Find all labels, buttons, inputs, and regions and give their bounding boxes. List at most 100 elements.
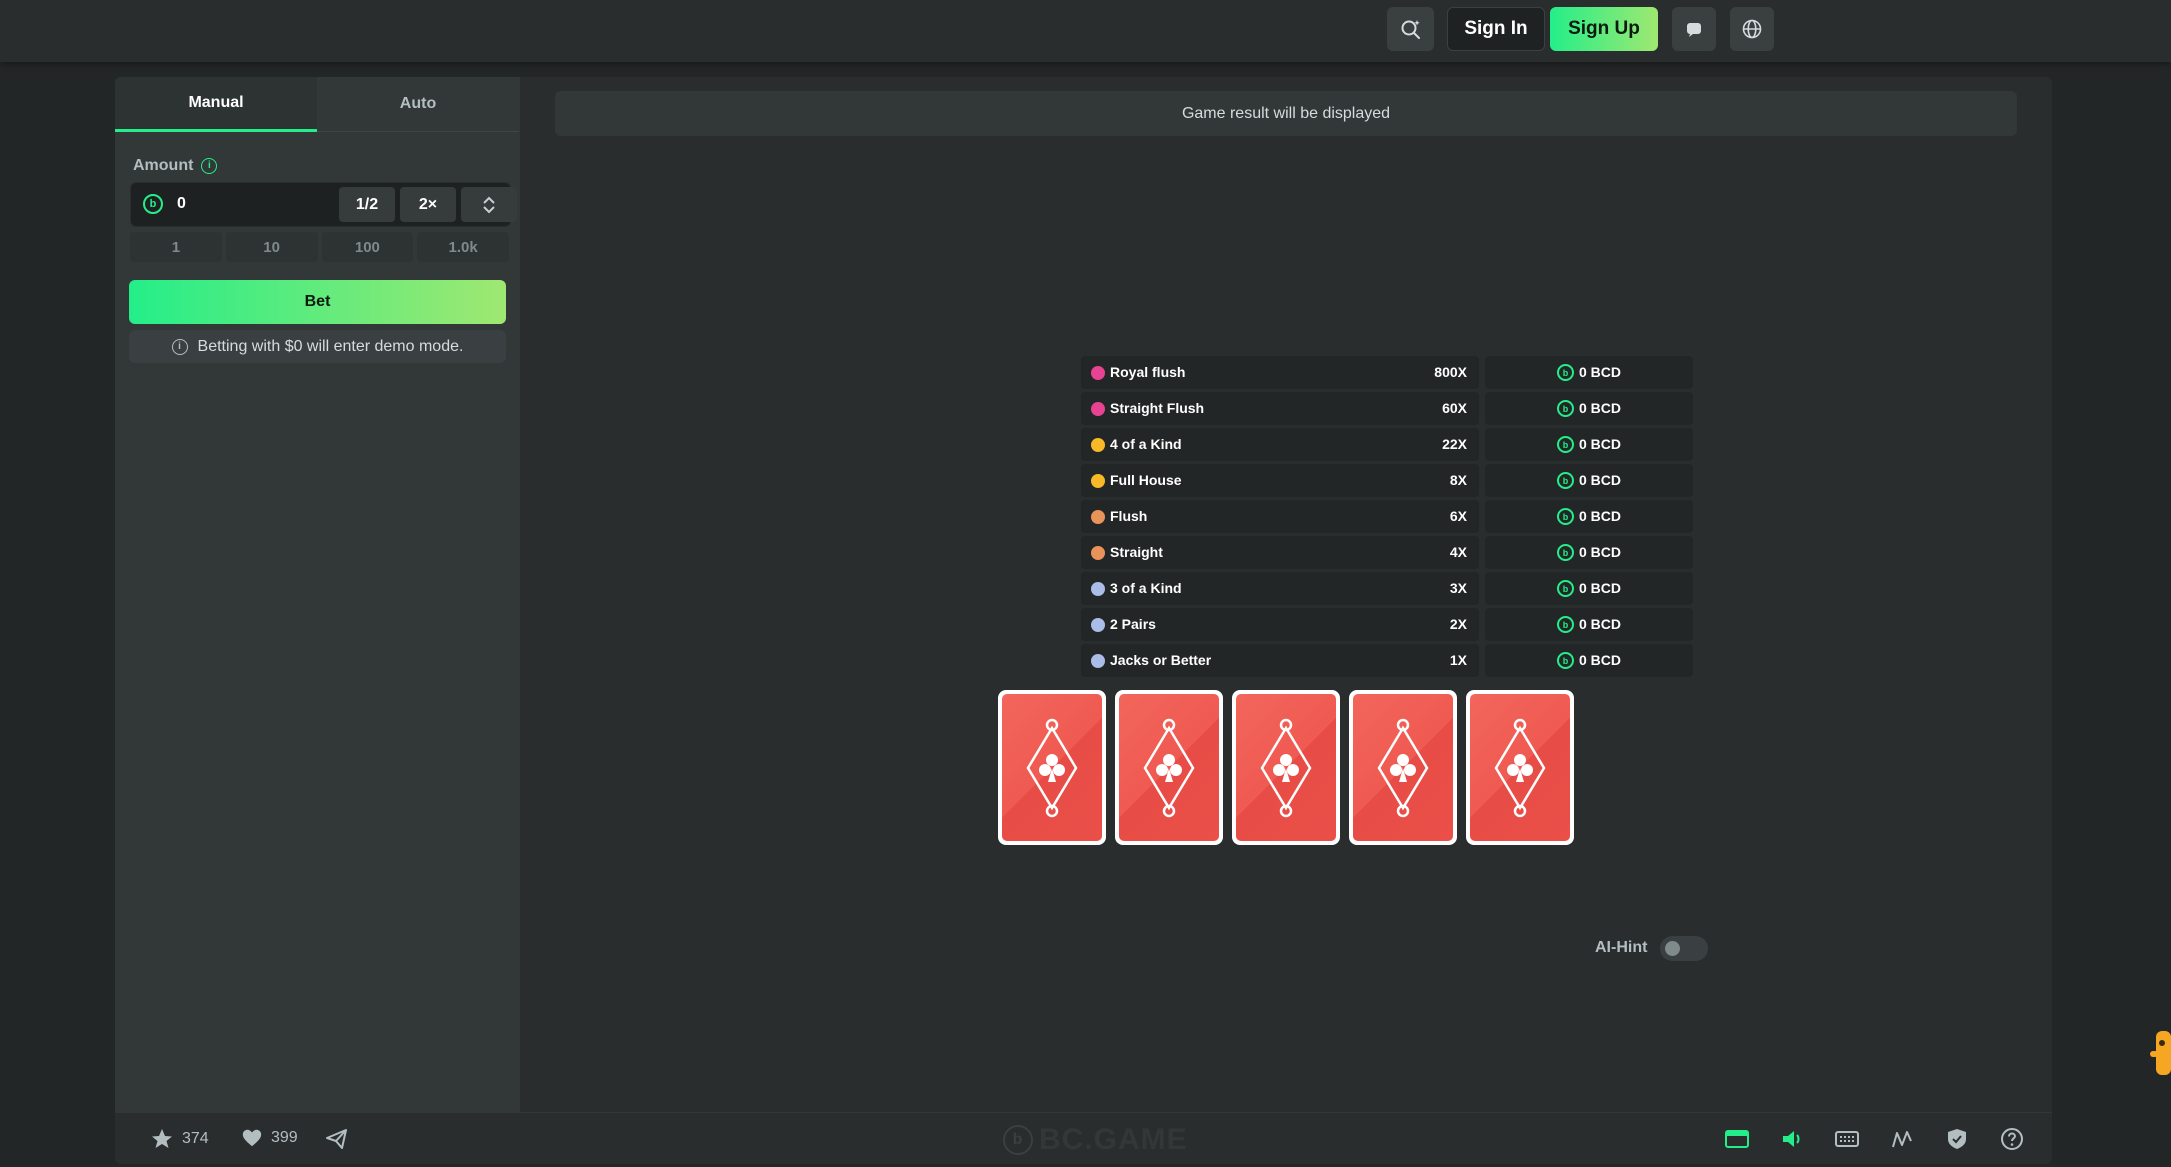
playing-card[interactable] [998,690,1106,845]
club-emblem-icon [1026,718,1078,818]
club-emblem-icon [1143,718,1195,818]
playing-card[interactable] [1232,690,1340,845]
chat-icon [1687,23,1701,37]
preset-1[interactable]: 1 [130,232,222,262]
hand-multiplier: 1X [1449,652,1467,668]
hand-name: Jacks or Better [1110,652,1212,668]
demo-mode-note: i Betting with $0 will enter demo mode. [129,330,506,363]
amount-label: Amount [133,157,194,174]
help-icon [2001,1128,2023,1150]
payout-amount: 0 BCD [1579,652,1622,668]
layout-toggle-button[interactable] [1723,1125,1751,1153]
payout-cell: b 0 BCD [1485,644,1693,677]
playing-card[interactable] [1349,690,1457,845]
payout-amount: 0 BCD [1579,508,1622,524]
amount-input[interactable]: 0 [177,195,186,213]
hand-multiplier: 800X [1434,364,1467,380]
hand-name: Royal flush [1110,364,1186,380]
bcd-coin-icon: b [1557,364,1574,381]
help-button[interactable] [1998,1125,2026,1153]
hand-cell: 2 Pairs 2X [1081,608,1479,641]
card-back [1236,694,1336,841]
ai-hint-toggle[interactable] [1660,936,1708,961]
bcd-coin-icon: b [1557,508,1574,525]
card-back [1353,694,1453,841]
paytable-row: 4 of a Kind 22X b 0 BCD [1081,428,1693,461]
hand-name: 2 Pairs [1110,616,1156,632]
amount-input-group: b 0 1/2 2× [130,182,517,227]
card-back [1470,694,1570,841]
paytable-row: Flush 6X b 0 BCD [1081,500,1693,533]
mascot-widget[interactable] [2150,1025,2171,1081]
payout-cell: b 0 BCD [1485,572,1693,605]
brand-logo-icon: b [1003,1125,1033,1155]
double-amount-button[interactable]: 2× [400,187,456,222]
playing-card[interactable] [1466,690,1574,845]
globe-icon [1742,19,1762,39]
amount-presets: 1 10 100 1.0k [130,232,509,262]
brand-name: BC.GAME [1039,1123,1188,1156]
hand-multiplier: 22X [1442,436,1467,452]
likes-count: 399 [271,1129,298,1146]
hand-color-dot [1091,546,1105,560]
sign-in-button[interactable]: Sign In [1447,7,1545,51]
tab-auto[interactable]: Auto [317,77,519,132]
like-button[interactable]: 399 [241,1127,298,1149]
game-area: Game result will be displayed Royal flus… [520,77,2052,1112]
hand-cell: Straight 4X [1081,536,1479,569]
payout-amount: 0 BCD [1579,472,1622,488]
bet-button[interactable]: Bet [129,280,506,324]
chevron-down-icon[interactable] [482,205,496,215]
language-button[interactable] [1730,7,1774,51]
hand-cell: Flush 6X [1081,500,1479,533]
info-icon: i [171,338,188,355]
hand-multiplier: 6X [1449,508,1467,524]
hand-color-dot [1091,366,1105,380]
preset-100[interactable]: 100 [321,232,414,262]
heart-icon [242,1129,262,1147]
preset-1k[interactable]: 1.0k [417,232,509,262]
paytable-row: Straight 4X b 0 BCD [1081,536,1693,569]
info-icon[interactable]: i [201,158,218,174]
half-amount-button[interactable]: 1/2 [339,187,395,222]
game-result-bar: Game result will be displayed [555,91,2017,136]
bcd-coin-icon: b [143,194,163,214]
hand-multiplier: 3X [1449,580,1467,596]
playing-card[interactable] [1115,690,1223,845]
hand-multiplier: 8X [1449,472,1467,488]
stats-button[interactable] [1888,1125,1916,1153]
paytable-row: 2 Pairs 2X b 0 BCD [1081,608,1693,641]
fairness-button[interactable] [1943,1125,1971,1153]
card-layout-icon [1725,1130,1749,1148]
sound-button[interactable] [1778,1125,1806,1153]
bcd-coin-icon: b [1557,472,1574,489]
trend-icon [1892,1131,1912,1148]
bcd-coin-icon: b [1557,616,1574,633]
hotkeys-button[interactable] [1833,1125,1861,1153]
club-emblem-icon [1494,718,1546,818]
payout-amount: 0 BCD [1579,616,1622,632]
search-button[interactable] [1387,7,1434,51]
hand-color-dot [1091,402,1105,416]
payout-amount: 0 BCD [1579,544,1622,560]
share-button[interactable] [325,1127,349,1151]
card-back [1119,694,1219,841]
tab-manual[interactable]: Manual [115,77,317,132]
payout-amount: 0 BCD [1579,364,1622,380]
search-icon [1401,20,1420,39]
amount-stepper[interactable] [461,187,517,222]
payout-cell: b 0 BCD [1485,608,1693,641]
amount-label-row: Amount i [133,157,218,175]
preset-10[interactable]: 10 [225,232,318,262]
hand-color-dot [1091,654,1105,668]
chevron-up-icon[interactable] [482,195,496,205]
chat-button[interactable] [1672,7,1716,51]
hand-cell: 4 of a Kind 22X [1081,428,1479,461]
hand-name: 4 of a Kind [1110,436,1182,452]
hand-color-dot [1091,618,1105,632]
favorite-button[interactable]: 374 [150,1127,209,1151]
hand-cell: Jacks or Better 1X [1081,644,1479,677]
bcd-coin-icon: b [1557,652,1574,669]
sign-up-button[interactable]: Sign Up [1550,7,1658,51]
hand-multiplier: 4X [1449,544,1467,560]
